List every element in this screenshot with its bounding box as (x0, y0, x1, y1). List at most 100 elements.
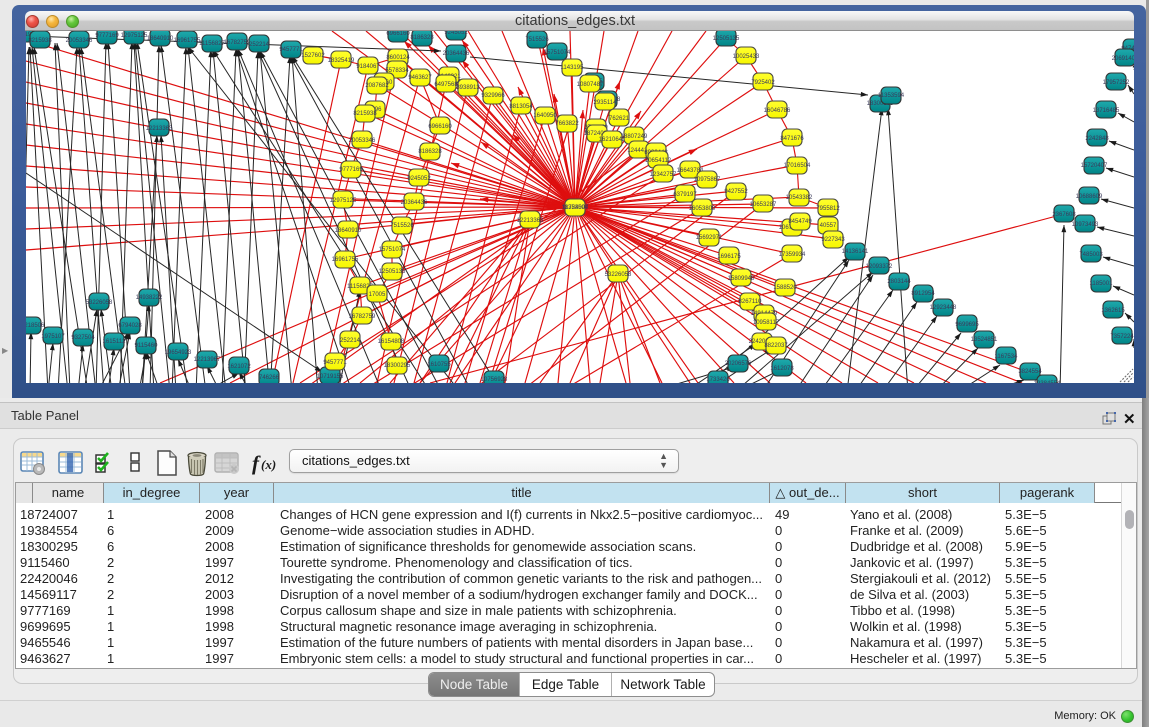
svg-text:9329966: 9329966 (481, 93, 505, 99)
svg-text:12213363: 12213363 (517, 218, 544, 224)
svg-text:12923448: 12923448 (930, 305, 957, 311)
svg-text:7663822: 7663822 (555, 121, 579, 127)
svg-text:19384554: 19384554 (1034, 381, 1061, 383)
svg-text:14136141: 14136141 (842, 249, 869, 255)
svg-text:17957252: 17957252 (1103, 80, 1130, 86)
svg-text:40557: 40557 (820, 223, 837, 229)
svg-text:11156827: 11156827 (199, 41, 225, 47)
svg-text:13716485: 13716485 (1093, 108, 1120, 114)
svg-text:6379197: 6379197 (673, 192, 697, 198)
svg-text:20364436: 20364436 (401, 200, 428, 206)
svg-text:2803144: 2803144 (887, 279, 911, 285)
svg-text:2367608: 2367608 (1052, 212, 1076, 218)
svg-text:15692971: 15692971 (696, 235, 723, 241)
svg-text:9463627: 9463627 (408, 75, 432, 81)
svg-text:9777169: 9777169 (95, 33, 119, 39)
svg-text:10719155: 10719155 (317, 374, 344, 380)
svg-text:20053346: 20053346 (66, 38, 93, 44)
svg-text:19218506: 19218506 (26, 323, 45, 329)
svg-text:10688609: 10688609 (1076, 194, 1103, 200)
svg-text:8454749: 8454749 (788, 219, 812, 225)
svg-text:12213967: 12213967 (194, 357, 221, 363)
svg-text:9427552: 9427552 (724, 189, 748, 195)
svg-text:10807487: 10807487 (577, 82, 604, 88)
svg-text:9184067: 9184067 (356, 64, 380, 70)
svg-text:1615112: 1615112 (103, 339, 127, 345)
svg-text:8186328: 8186328 (410, 35, 434, 41)
svg-text:18807249: 18807249 (621, 134, 648, 140)
svg-text:2087682: 2087682 (365, 83, 389, 89)
svg-text:15809948: 15809948 (728, 276, 755, 282)
svg-text:9245052: 9245052 (407, 176, 431, 182)
svg-text:7515526: 7515526 (525, 37, 549, 43)
svg-text:1362615: 1362615 (1101, 308, 1125, 314)
svg-text:1167534: 1167534 (995, 354, 1019, 360)
svg-text:9457771: 9457771 (279, 47, 303, 53)
svg-text:11353594: 11353594 (878, 93, 905, 99)
svg-text:17359934: 17359934 (779, 252, 806, 258)
svg-text:8912954: 8912954 (911, 291, 935, 297)
svg-text:10543382: 10543382 (786, 195, 813, 201)
svg-text:1143195: 1143195 (561, 65, 585, 71)
svg-text:17016504: 17016504 (784, 163, 811, 169)
svg-text:9699695: 9699695 (955, 322, 979, 328)
svg-text:16046786: 16046786 (764, 108, 791, 114)
svg-text:8471676: 8471676 (780, 136, 804, 142)
svg-text:16782759: 16782759 (349, 314, 376, 320)
svg-text:10653287: 10653287 (750, 202, 777, 208)
svg-text:10973493: 10973493 (1072, 222, 1099, 228)
svg-text:18640910: 18640910 (335, 228, 362, 234)
svg-text:1588520: 1588520 (773, 285, 797, 291)
svg-text:53226058: 53226058 (605, 272, 632, 278)
svg-text:7955812: 7955812 (816, 206, 840, 212)
svg-text:1610755: 1610755 (427, 362, 451, 368)
svg-text:18724007: 18724007 (562, 205, 589, 211)
svg-text:12342757: 12342757 (650, 172, 677, 178)
svg-text:15720407: 15720407 (1081, 163, 1108, 169)
svg-text:6794028: 6794028 (118, 323, 142, 329)
svg-text:19654923: 19654923 (165, 350, 192, 356)
svg-text:1185001: 1185001 (1090, 281, 1114, 287)
svg-text:6497568: 6497568 (434, 82, 458, 88)
svg-text:(x): (x) (261, 457, 276, 472)
svg-text:12093372: 12093372 (866, 264, 893, 270)
svg-text:2935114: 2935114 (594, 100, 618, 106)
svg-text:7485003: 7485003 (1079, 252, 1103, 258)
svg-text:10025433: 10025433 (733, 54, 760, 60)
svg-text:12213363: 12213363 (146, 126, 173, 132)
svg-text:1733426: 1733426 (706, 377, 730, 383)
svg-text:8215938: 8215938 (353, 111, 377, 117)
svg-text:1640950: 1640950 (533, 113, 557, 119)
svg-text:20206576: 20206576 (725, 361, 752, 367)
svg-text:746266: 746266 (259, 375, 280, 381)
svg-text:8186328: 8186328 (418, 149, 442, 155)
svg-text:10756928: 10756928 (481, 377, 508, 383)
svg-text:1621072: 1621072 (227, 364, 251, 370)
svg-text:10958117: 10958117 (753, 320, 780, 326)
svg-text:1696175: 1696175 (717, 254, 741, 260)
svg-text:9227343: 9227343 (821, 237, 845, 243)
svg-text:7925402: 7925402 (751, 80, 775, 86)
svg-text:15751074: 15751074 (379, 247, 406, 253)
svg-text:6966160: 6966160 (428, 124, 452, 130)
svg-text:1975107: 1975107 (41, 334, 65, 340)
svg-text:16782759: 16782759 (224, 40, 251, 46)
svg-text:252214: 252214 (249, 42, 270, 48)
svg-text:9777169: 9777169 (339, 167, 363, 173)
svg-text:9327504: 9327504 (71, 335, 95, 341)
svg-text:8822037: 8822037 (764, 343, 788, 349)
svg-text:20053346: 20053346 (349, 138, 376, 144)
svg-text:9245052: 9245052 (444, 31, 468, 36)
svg-text:8267110: 8267110 (739, 299, 763, 305)
svg-text:9457771: 9457771 (323, 360, 347, 366)
svg-text:14938222: 14938222 (136, 295, 163, 301)
svg-text:252214: 252214 (340, 338, 361, 344)
svg-text:53226058: 53226058 (86, 300, 113, 306)
svg-text:2242848: 2242848 (1085, 136, 1109, 142)
svg-text:10654112: 10654112 (645, 158, 672, 164)
svg-text:16961755: 16961755 (332, 257, 359, 263)
svg-text:20364436: 20364436 (443, 51, 470, 57)
svg-text:16053809: 16053809 (689, 206, 716, 212)
svg-text:762621: 762621 (609, 116, 630, 122)
svg-text:9115460: 9115460 (135, 343, 159, 349)
